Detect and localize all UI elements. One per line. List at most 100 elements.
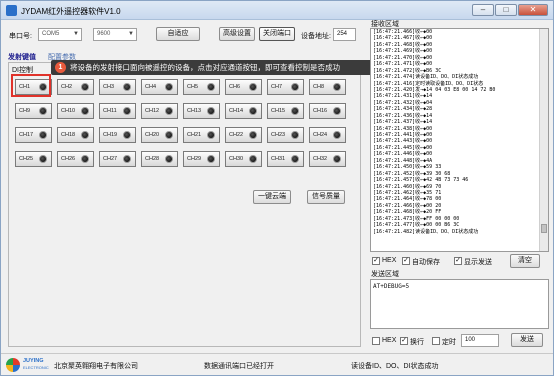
indicator-dot-icon	[123, 131, 131, 139]
maximize-button[interactable]: □	[495, 4, 517, 16]
hex-receive-checkbox[interactable]: ✓	[372, 257, 380, 265]
log-line: [16:47:21.482]读设备ID、DO、DI状态成功	[373, 228, 479, 235]
connection-status: 数据通讯端口已经打开	[204, 363, 274, 370]
send-input[interactable]: AT+DEBUG=5	[370, 279, 549, 329]
channel-button-ch14[interactable]: CH14	[225, 103, 262, 119]
chevron-down-icon: ▼	[73, 31, 79, 37]
indicator-dot-icon	[291, 83, 299, 91]
channel-button-ch15[interactable]: CH15	[267, 103, 304, 119]
timer-checkbox[interactable]	[432, 337, 440, 345]
channel-button-ch26[interactable]: CH26	[57, 151, 94, 167]
channel-button-ch25[interactable]: CH25	[15, 151, 52, 167]
channel-label: CH7	[271, 84, 283, 90]
scroll-thumb[interactable]	[541, 224, 547, 233]
channel-button-ch30[interactable]: CH30	[225, 151, 262, 167]
close-port-button[interactable]: 关闭端口	[259, 27, 295, 41]
company-name: 北京聚英翱翔电子有限公司	[54, 363, 138, 370]
channel-button-ch5[interactable]: CH5	[183, 79, 220, 95]
channel-button-ch11[interactable]: CH11	[99, 103, 136, 119]
indicator-dot-icon	[165, 83, 173, 91]
indicator-dot-icon	[333, 155, 341, 163]
port-select[interactable]: COM5 ▼	[38, 28, 82, 41]
baud-select[interactable]: 9600 ▼	[93, 28, 137, 41]
channel-label: CH24	[313, 132, 328, 138]
channel-label: CH5	[187, 84, 199, 90]
channel-button-ch8[interactable]: CH8	[309, 79, 346, 95]
channel-button-ch6[interactable]: CH6	[225, 79, 262, 95]
channel-button-ch28[interactable]: CH28	[141, 151, 178, 167]
channel-button-ch22[interactable]: CH22	[225, 127, 262, 143]
channel-button-ch16[interactable]: CH16	[309, 103, 346, 119]
channel-label: CH15	[271, 108, 286, 114]
timer-label: 定时	[442, 339, 456, 346]
indicator-dot-icon	[207, 83, 215, 91]
step-number-badge: 1	[55, 62, 66, 73]
channel-button-ch13[interactable]: CH13	[183, 103, 220, 119]
indicator-dot-icon	[249, 155, 257, 163]
clear-button[interactable]: 清空	[510, 254, 540, 268]
channel-button-ch29[interactable]: CH29	[183, 151, 220, 167]
channel-button-ch4[interactable]: CH4	[141, 79, 178, 95]
hex-receive-label: HEX	[382, 257, 397, 264]
indicator-dot-icon	[39, 107, 47, 115]
last-message: 读设备ID、DO、DI状态成功	[351, 363, 439, 370]
show-send-label: 显示发送	[464, 259, 492, 266]
di-control-panel: DI控制 CH1 CH2 CH3 CH4 CH5 CH6 CH7 CH8 CH9 CH10 CH11…	[8, 62, 361, 347]
channel-label: CH16	[313, 108, 328, 114]
title-bar: JYDAM红外遥控器软件V1.0 – □ ✕	[1, 1, 553, 20]
signal-quality-button[interactable]: 信号质量	[307, 190, 345, 204]
tab-send-keys[interactable]: 发射键值	[8, 52, 36, 62]
close-button[interactable]: ✕	[518, 4, 548, 16]
logo-text: JUYING	[23, 358, 44, 364]
channel-label: CH31	[271, 156, 286, 162]
channel-button-ch18[interactable]: CH18	[57, 127, 94, 143]
channel-button-ch9[interactable]: CH9	[15, 103, 52, 119]
indicator-dot-icon	[165, 155, 173, 163]
channel-button-ch2[interactable]: CH2	[57, 79, 94, 95]
address-input[interactable]: 254	[333, 28, 356, 41]
channel-button-ch12[interactable]: CH12	[141, 103, 178, 119]
newline-label: 换行	[410, 339, 424, 346]
show-send-checkbox[interactable]: ✓	[454, 257, 462, 265]
indicator-dot-icon	[333, 131, 341, 139]
hex-send-checkbox[interactable]	[372, 337, 380, 345]
indicator-dot-icon	[249, 131, 257, 139]
indicator-dot-icon	[333, 107, 341, 115]
channel-button-ch24[interactable]: CH24	[309, 127, 346, 143]
channel-button-ch3[interactable]: CH3	[99, 79, 136, 95]
channel-label: CH10	[61, 108, 76, 114]
newline-checkbox[interactable]: ✓	[400, 337, 408, 345]
send-button[interactable]: 发送	[511, 333, 543, 347]
app-icon	[6, 5, 17, 16]
channel-button-ch17[interactable]: CH17	[15, 127, 52, 143]
channel-label: CH32	[313, 156, 328, 162]
channel-button-ch7[interactable]: CH7	[267, 79, 304, 95]
cloud-button[interactable]: 一键云端	[253, 190, 291, 204]
channel-button-ch19[interactable]: CH19	[99, 127, 136, 143]
channel-label: CH20	[145, 132, 160, 138]
channel-label: CH29	[187, 156, 202, 162]
minimize-button[interactable]: –	[472, 4, 494, 16]
port-label: 串口号:	[9, 33, 32, 40]
channel-label: CH18	[61, 132, 76, 138]
receive-log[interactable]: [16:47:21.466]收←◆00 [16:47:21.467]收←◆00 [1…	[370, 28, 549, 252]
indicator-dot-icon	[39, 155, 47, 163]
channel-button-ch27[interactable]: CH27	[99, 151, 136, 167]
autosave-checkbox[interactable]: ✓	[402, 257, 410, 265]
advanced-settings-button[interactable]: 高级设置	[219, 27, 255, 41]
channel-button-ch31[interactable]: CH31	[267, 151, 304, 167]
channel-button-ch10[interactable]: CH10	[57, 103, 94, 119]
channel-button-ch21[interactable]: CH21	[183, 127, 220, 143]
log-scrollbar[interactable]	[539, 29, 548, 251]
address-label: 设备地址:	[301, 33, 331, 40]
channel-button-ch20[interactable]: CH20	[141, 127, 178, 143]
channel-label: CH30	[229, 156, 244, 162]
channel-button-ch32[interactable]: CH32	[309, 151, 346, 167]
indicator-dot-icon	[207, 131, 215, 139]
channel-button-ch23[interactable]: CH23	[267, 127, 304, 143]
interval-input[interactable]: 100	[461, 334, 499, 347]
channel-label: CH21	[187, 132, 202, 138]
auto-adapt-button[interactable]: 自适应	[156, 27, 200, 41]
channel-label: CH27	[103, 156, 118, 162]
log-lines: [16:47:21.466]收←◆00 [16:47:21.467]收←◆00 [1…	[371, 29, 548, 235]
